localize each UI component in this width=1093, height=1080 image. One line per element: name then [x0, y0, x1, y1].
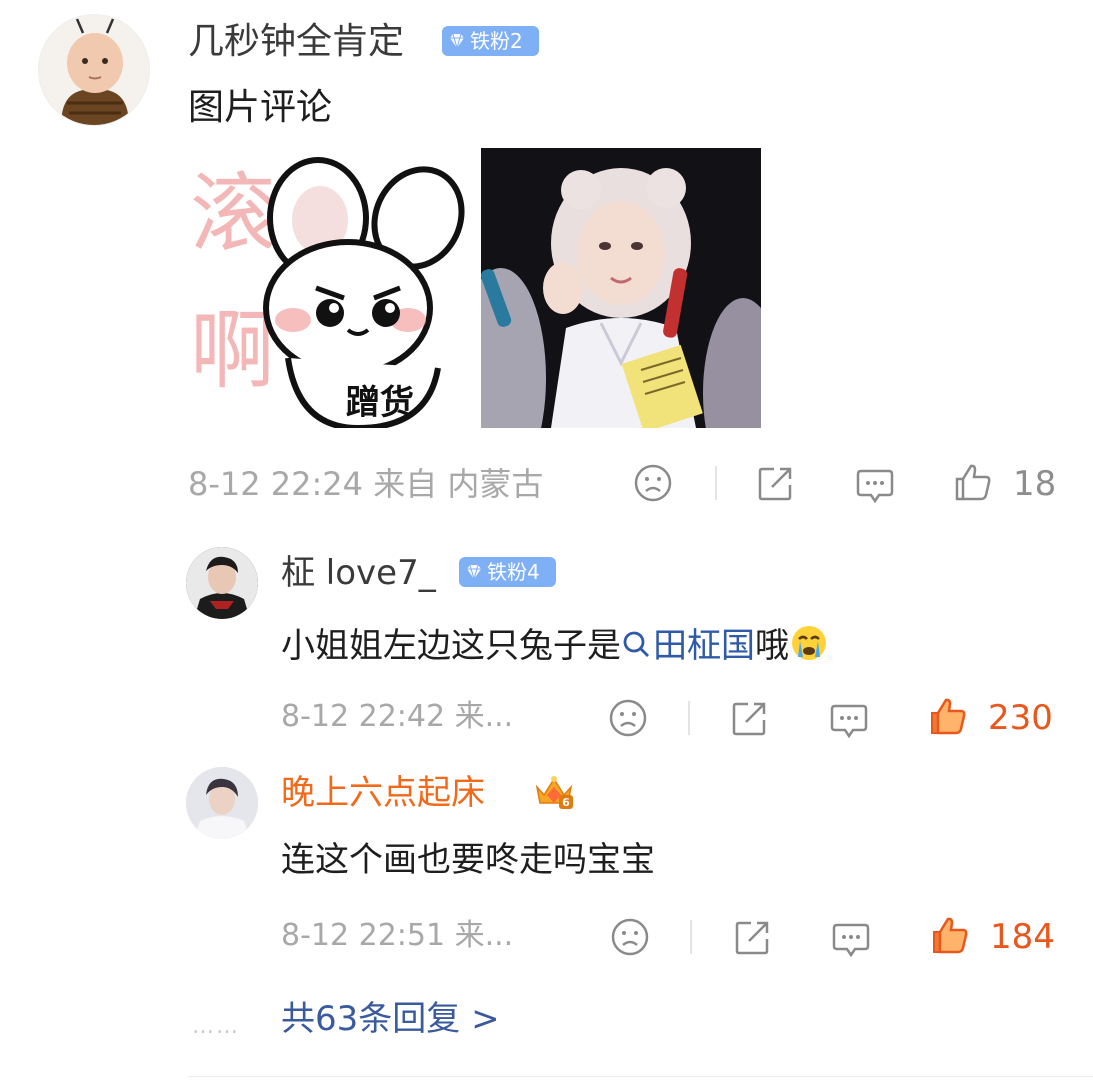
diamond-icon	[450, 33, 464, 50]
svg-text:啊: 啊	[190, 301, 276, 401]
reply2-text: 连这个画也要咚走吗宝宝	[281, 840, 655, 880]
vip-level: 6	[562, 796, 570, 809]
diamond-icon	[467, 564, 481, 581]
reply1-fan-badge[interactable]: 铁粉4	[459, 557, 556, 587]
action-divider	[688, 701, 690, 735]
share-icon[interactable]	[733, 917, 773, 957]
comment-icon[interactable]	[831, 919, 871, 959]
reply1-text: 小姐姐左边这只兔子是 田柾国哦	[281, 623, 829, 663]
more-replies-link[interactable]: 共63条回复 >	[281, 1002, 500, 1036]
reply1-avatar[interactable]	[186, 547, 258, 619]
main-commenter-name[interactable]: 几秒钟全肯定	[188, 24, 404, 60]
reply1-username[interactable]: 柾 love7_	[281, 556, 436, 590]
crying-emoji-icon	[792, 626, 826, 660]
comment-icon[interactable]	[829, 700, 869, 740]
reply1-text-after: 哦	[755, 626, 789, 666]
sticker-caption: 蹭货	[346, 383, 414, 423]
search-topic-icon	[623, 631, 649, 657]
sticker-bg-text: 滚	[190, 164, 276, 264]
comment-image-sticker[interactable]: 滚 啊 蹭货	[188, 148, 468, 428]
reply2-username[interactable]: 晚上六点起床	[281, 776, 485, 810]
reply1-topic-link[interactable]: 田柾国	[653, 626, 755, 666]
action-divider	[715, 466, 717, 500]
share-icon[interactable]	[756, 463, 796, 503]
vip-crown-icon[interactable]: 6	[533, 773, 575, 811]
reply1-like-count: 230	[988, 698, 1053, 738]
fan-badge-label: 铁粉2	[470, 29, 523, 53]
fan-badge[interactable]: 铁粉2	[442, 26, 539, 56]
reply1-meta: 8-12 22:42 来...	[281, 699, 514, 734]
like-thumb-icon[interactable]	[953, 462, 993, 502]
reply1-fan-badge-label: 铁粉4	[487, 560, 540, 584]
comment-image-photo[interactable]	[481, 148, 761, 428]
liked-thumb-icon[interactable]	[928, 696, 968, 736]
dislike-face-icon[interactable]	[633, 463, 673, 503]
comment-icon[interactable]	[855, 465, 895, 505]
dislike-face-icon[interactable]	[610, 917, 650, 957]
share-icon[interactable]	[730, 698, 770, 738]
reply1-text-before: 小姐姐左边这只兔子是	[281, 626, 621, 666]
main-comment-text: 图片评论	[188, 87, 333, 128]
main-comment-meta: 8-12 22:24 来自 内蒙古	[188, 465, 544, 503]
reply2-meta: 8-12 22:51 来...	[281, 918, 514, 953]
main-commenter-avatar[interactable]	[38, 14, 150, 126]
dislike-face-icon[interactable]	[608, 698, 648, 738]
main-like-count: 18	[1013, 464, 1057, 504]
action-divider	[690, 920, 692, 954]
liked-thumb-icon[interactable]	[930, 915, 970, 955]
reply2-like-count: 184	[990, 917, 1055, 957]
more-replies-dots: ……	[192, 1014, 240, 1039]
reply2-avatar[interactable]	[186, 767, 258, 839]
bottom-divider	[188, 1076, 1093, 1077]
